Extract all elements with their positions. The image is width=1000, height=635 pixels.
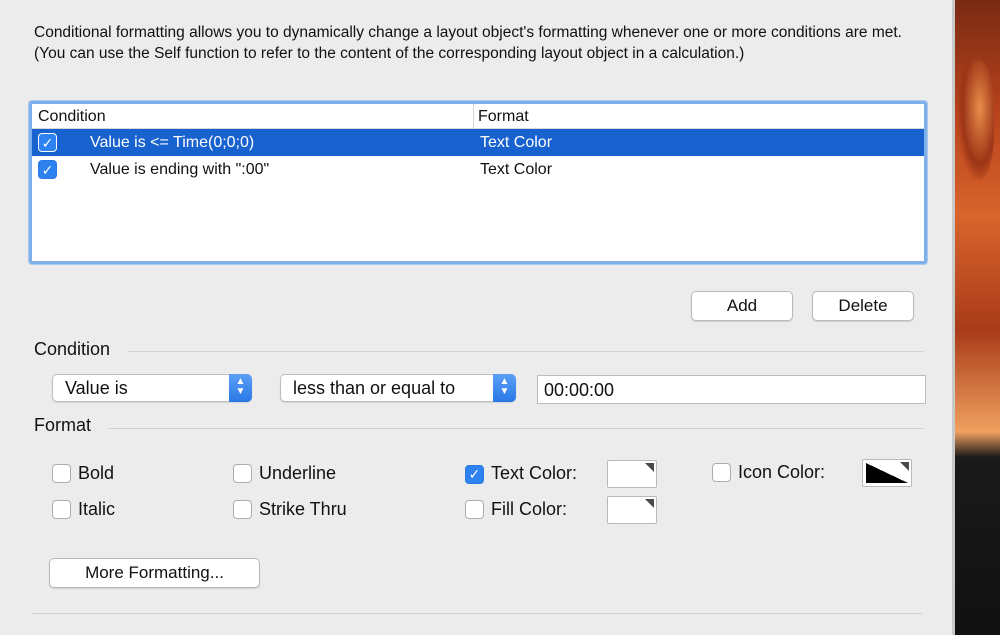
icon-color-swatch[interactable] — [862, 459, 912, 487]
row-format: Text Color — [480, 160, 553, 178]
list-header: Condition Format — [32, 104, 924, 129]
row-enabled-checkbox[interactable]: ✓ — [38, 133, 57, 152]
format-column-header[interactable]: Format — [474, 104, 924, 128]
text-color-swatch[interactable] — [607, 460, 657, 488]
row-condition: Value is <= Time(0;0;0) — [90, 133, 255, 151]
fill-color-label: Fill Color: — [491, 499, 568, 519]
row-enabled-checkbox[interactable]: ✓ — [38, 160, 57, 179]
conditions-list[interactable]: Condition Format ✓ Value is <= Time(0;0;… — [29, 101, 927, 264]
format-section-label: Format — [34, 415, 92, 435]
operator-value: less than or equal to — [293, 378, 456, 398]
fill-color-checkbox[interactable] — [465, 500, 484, 519]
icon-color-checkbox[interactable] — [712, 463, 731, 482]
strike-thru-label: Strike Thru — [259, 499, 347, 519]
text-color-checkbox[interactable]: ✓ — [465, 465, 484, 484]
condition-section-label: Condition — [34, 339, 111, 359]
checkmark-icon: ✓ — [41, 134, 54, 151]
text-color-label: Text Color: — [491, 463, 578, 483]
underline-label: Underline — [259, 463, 337, 483]
up-down-chevron-icon: ▲ ▼ — [493, 374, 516, 402]
condition-divider — [128, 351, 924, 352]
bottom-divider — [32, 613, 922, 614]
checkmark-icon: ✓ — [41, 161, 54, 178]
row-format: Text Color — [480, 133, 553, 151]
bold-label: Bold — [78, 463, 115, 483]
italic-label: Italic — [78, 499, 116, 519]
condition-type-select[interactable]: Value is ▲ ▼ — [52, 374, 252, 402]
delete-button[interactable]: Delete — [812, 291, 914, 321]
format-divider — [108, 428, 924, 429]
up-down-chevron-icon: ▲ ▼ — [229, 374, 252, 402]
intro-text: Conditional formatting allows you to dyn… — [34, 24, 902, 62]
more-formatting-button[interactable]: More Formatting... — [49, 558, 260, 588]
italic-checkbox[interactable] — [52, 500, 71, 519]
condition-value-input[interactable]: 00:00:00 — [537, 375, 926, 404]
conditional-formatting-dialog: Conditional formatting allows you to dyn… — [0, 0, 950, 635]
underline-checkbox[interactable] — [233, 464, 252, 483]
desktop-background — [952, 0, 1000, 635]
row-condition: Value is ending with ":00" — [90, 160, 270, 178]
condition-row[interactable]: ✓ Value is <= Time(0;0;0) Text Color — [32, 129, 924, 156]
condition-type-value: Value is — [65, 378, 128, 398]
add-button[interactable]: Add — [691, 291, 793, 321]
strike-thru-checkbox[interactable] — [233, 500, 252, 519]
fill-color-swatch[interactable] — [607, 496, 657, 524]
checkmark-icon: ✓ — [468, 466, 481, 482]
icon-color-label: Icon Color: — [738, 462, 826, 482]
bold-checkbox[interactable] — [52, 464, 71, 483]
condition-column-header[interactable]: Condition — [32, 104, 474, 128]
operator-select[interactable]: less than or equal to ▲ ▼ — [280, 374, 516, 402]
condition-row[interactable]: ✓ Value is ending with ":00" Text Color — [32, 156, 924, 183]
